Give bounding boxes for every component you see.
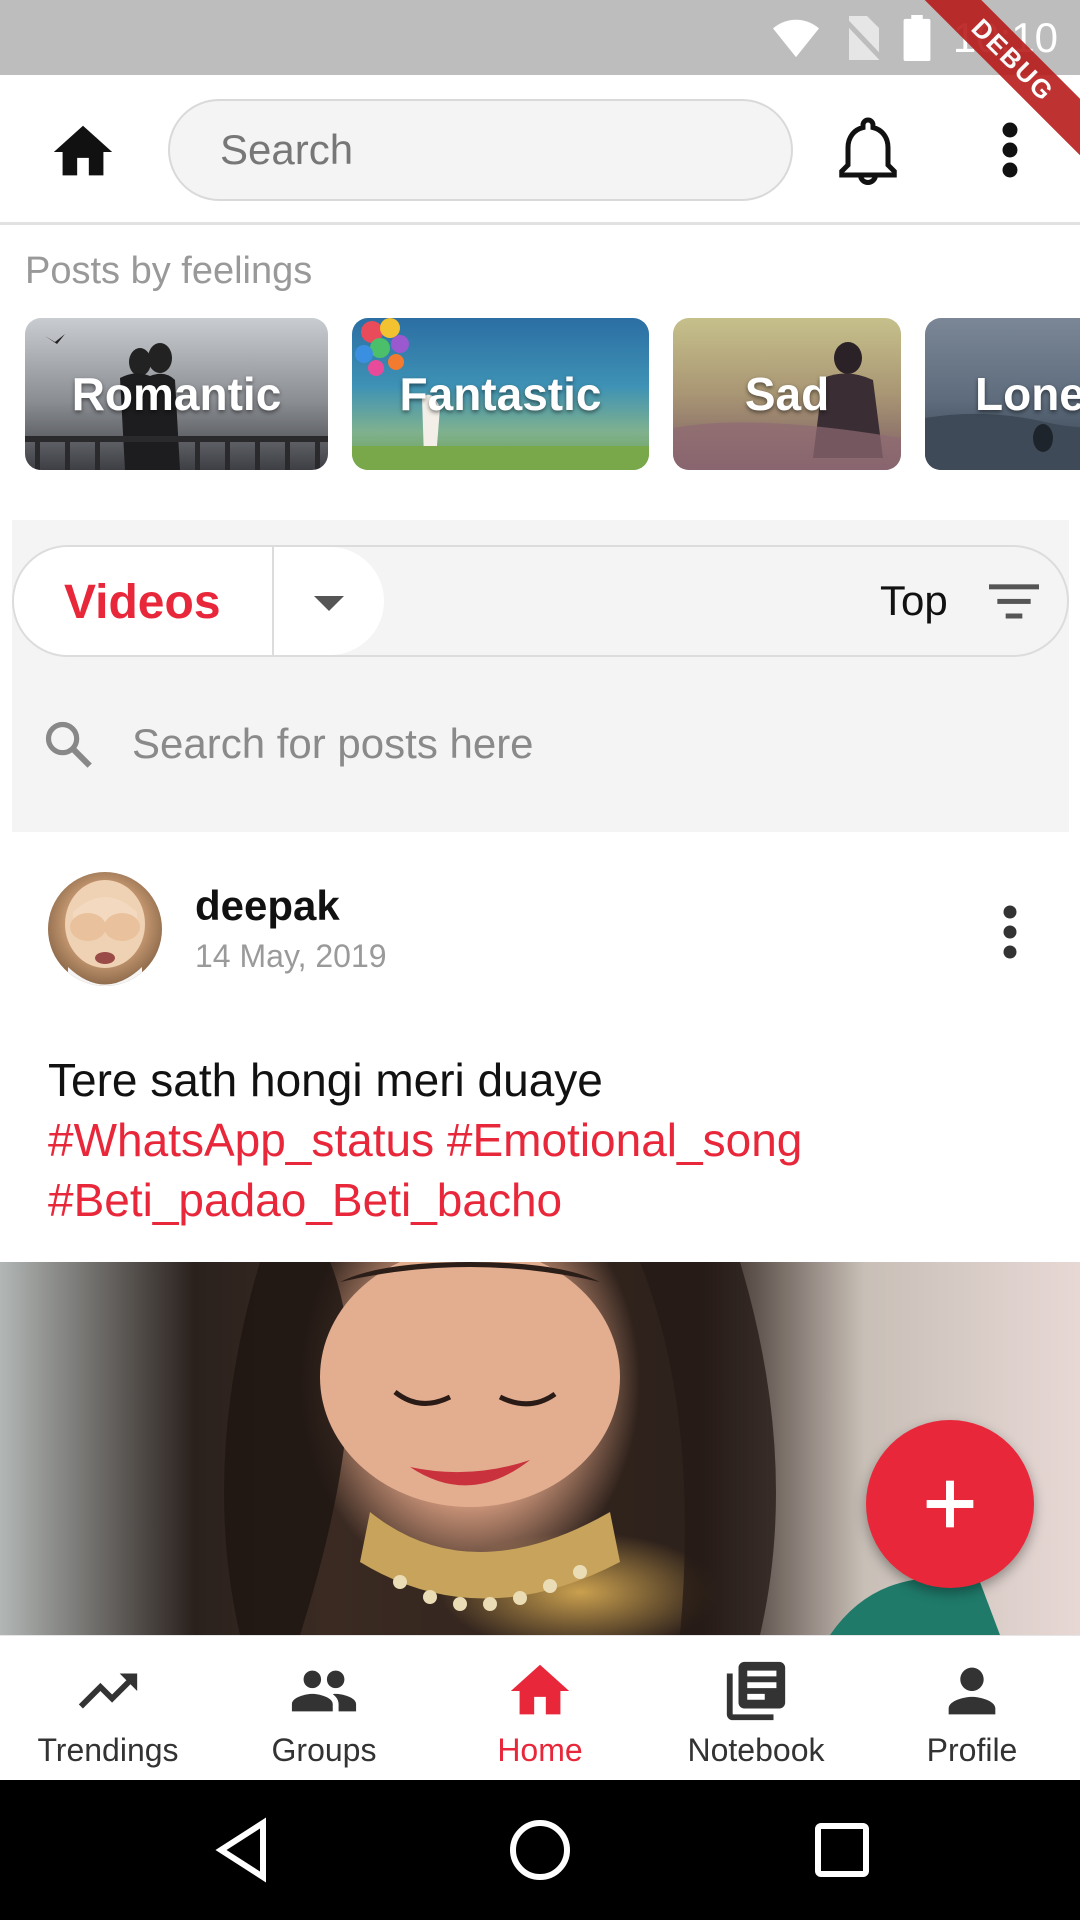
bottom-navigation: Trendings Groups Home Notebook Profile [0, 1635, 1080, 1780]
feeling-label: Lone [975, 368, 1080, 420]
feeling-card-lonely[interactable]: Lone [925, 318, 1080, 470]
search-icon [45, 721, 92, 768]
feeling-label: Romantic [71, 368, 282, 420]
divider [272, 547, 274, 655]
feelings-title: Posts by feelings [25, 250, 313, 292]
more-vert-icon [1003, 905, 1017, 959]
nav-item-trendings[interactable]: Trendings [0, 1636, 216, 1781]
feeling-label: Sad [744, 368, 830, 420]
back-icon[interactable] [206, 1814, 278, 1886]
search-input[interactable] [168, 99, 793, 201]
battery-icon [903, 15, 931, 61]
status-bar: 10:10 [0, 0, 1080, 75]
notebook-icon [726, 1661, 786, 1721]
post-filter-panel: Videos Top [12, 520, 1069, 832]
sort-label[interactable]: Top [880, 577, 948, 625]
trending-up-icon [78, 1673, 138, 1709]
nav-label: Notebook [687, 1732, 825, 1768]
avatar-image [65, 880, 145, 986]
nav-item-groups[interactable]: Groups [216, 1636, 432, 1781]
feelings-section: Posts by feelings Romantic Fantastic Sad… [0, 228, 1080, 496]
post-type-dropdown[interactable]: Videos [14, 547, 384, 655]
plus-icon [926, 1480, 974, 1528]
add-post-button[interactable] [866, 1420, 1034, 1588]
hashtag[interactable]: #WhatsApp_status [48, 1114, 434, 1166]
wifi-icon [772, 19, 819, 58]
posts-search-input[interactable] [132, 712, 1032, 776]
avatar[interactable] [48, 872, 162, 986]
feeling-card-sad[interactable]: Sad [673, 318, 901, 470]
groups-icon [291, 1670, 357, 1712]
nav-label: Groups [271, 1732, 377, 1768]
post-text: Tere sath hongi meri duaye #WhatsApp_sta… [48, 1050, 1048, 1230]
home-icon [510, 1664, 570, 1715]
person-icon [948, 1667, 996, 1715]
post-options-button[interactable] [990, 902, 1030, 962]
hashtag[interactable]: #Beti_padao_Beti_bacho [48, 1174, 562, 1226]
more-options-button[interactable] [990, 120, 1030, 180]
feelings-list: Romantic Fantastic Sad Lone [25, 318, 1080, 470]
post-caption: Tere sath hongi meri duaye [48, 1054, 603, 1106]
home-icon [53, 125, 113, 176]
feeling-card-romantic[interactable]: Romantic [25, 318, 328, 470]
feeling-label: Fantastic [399, 368, 602, 420]
hashtag[interactable]: #Emotional_song [447, 1114, 802, 1166]
feeling-card-fantastic[interactable]: Fantastic [352, 318, 649, 470]
app-bar [0, 75, 1080, 225]
post-type-label: Videos [64, 576, 221, 629]
nav-label: Home [497, 1732, 583, 1768]
no-sim-icon [841, 16, 881, 60]
nav-label: Trendings [37, 1732, 179, 1768]
post-author[interactable]: deepak [195, 882, 340, 930]
filter-list-icon[interactable] [989, 581, 1039, 621]
dropdown-arrow-icon [314, 596, 344, 611]
bell-icon [839, 117, 897, 186]
nav-item-profile[interactable]: Profile [864, 1636, 1080, 1781]
nav-item-notebook[interactable]: Notebook [648, 1636, 864, 1781]
filter-bar: Videos Top [12, 545, 1069, 657]
post-date: 14 May, 2019 [195, 938, 387, 974]
home-button[interactable] [48, 117, 118, 187]
home-circle-icon[interactable] [504, 1814, 576, 1886]
more-vert-icon [1002, 122, 1018, 178]
status-time: 10:10 [952, 14, 1058, 61]
nav-item-home[interactable]: Home [432, 1636, 648, 1781]
system-navigation-bar [0, 1780, 1080, 1920]
notifications-button[interactable] [838, 115, 898, 186]
recents-icon[interactable] [806, 1814, 878, 1886]
nav-label: Profile [926, 1732, 1018, 1768]
